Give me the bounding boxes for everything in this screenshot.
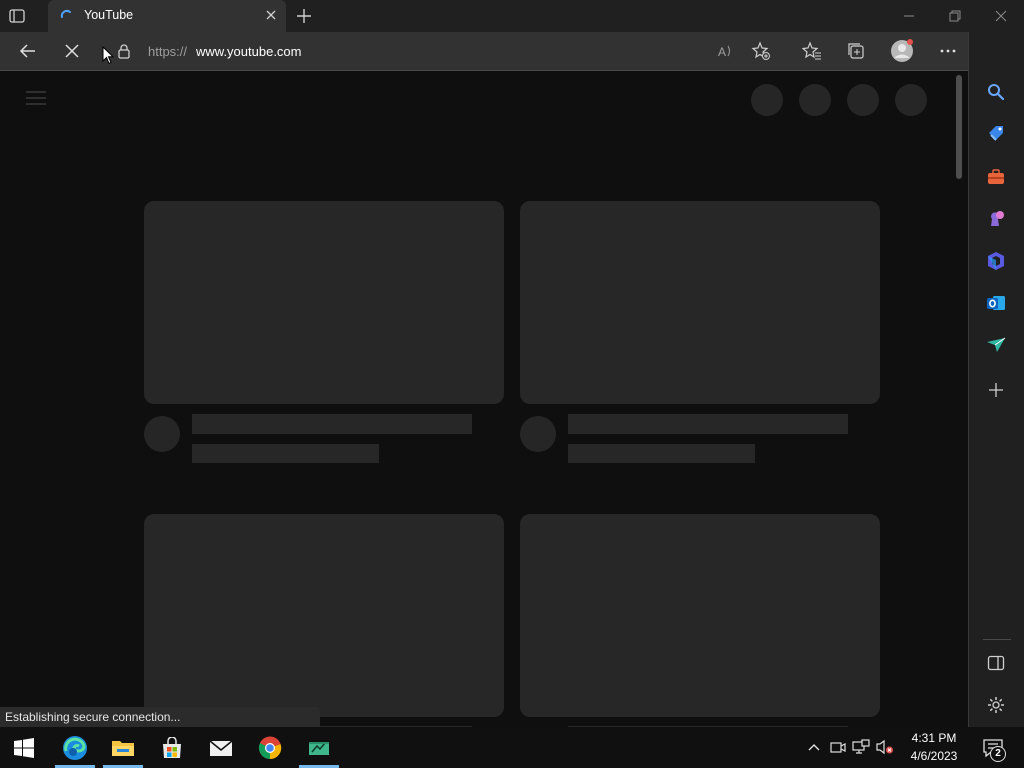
microsoft365-icon[interactable]: [985, 250, 1007, 272]
outlook-icon[interactable]: [985, 292, 1007, 314]
notification-count-badge: 2: [990, 746, 1006, 762]
header-placeholder-3: [847, 84, 879, 116]
mail-icon[interactable]: [197, 727, 245, 768]
browser-toolbar: https:// www.youtube.com A: [0, 32, 1024, 70]
avatar-placeholder: [144, 416, 180, 452]
menu-icon[interactable]: [26, 91, 46, 110]
meta-placeholder: [192, 444, 379, 463]
add-icon[interactable]: [985, 379, 1007, 401]
app-icon[interactable]: [295, 727, 343, 768]
web-content: [0, 71, 953, 727]
profile-icon[interactable]: [890, 39, 914, 63]
collections-icon[interactable]: [846, 41, 866, 61]
video-thumbnail-placeholder: [144, 201, 504, 404]
header-placeholder-1: [751, 84, 783, 116]
games-icon[interactable]: [985, 208, 1007, 230]
video-thumbnail-placeholder: [144, 514, 504, 717]
mouse-cursor-icon: [102, 45, 115, 65]
header-placeholder-4: [895, 84, 927, 116]
header-placeholder-2: [799, 84, 831, 116]
clock-time[interactable]: 4:31 PM: [897, 731, 971, 745]
settings-icon[interactable]: [985, 694, 1007, 716]
minimize-button[interactable]: [886, 0, 932, 32]
favorites-icon[interactable]: [802, 41, 822, 61]
tab-actions-icon[interactable]: [8, 7, 26, 25]
close-tab-icon[interactable]: [264, 8, 278, 22]
store-icon[interactable]: [148, 727, 196, 768]
loading-spinner-icon: [60, 9, 73, 22]
status-text: Establishing secure connection...: [5, 710, 181, 724]
tools-icon[interactable]: [985, 166, 1007, 188]
restore-button[interactable]: [932, 0, 978, 32]
edge-sidebar: [968, 32, 1024, 727]
page-scrollbar[interactable]: [953, 71, 967, 727]
edge-icon[interactable]: [51, 727, 99, 768]
shopping-icon[interactable]: [985, 123, 1007, 145]
browser-tab-bar: YouTube: [0, 0, 1024, 32]
stop-loading-icon[interactable]: [62, 41, 82, 61]
network-icon[interactable]: [852, 738, 870, 756]
sidebar-divider: [983, 639, 1011, 640]
volume-muted-icon[interactable]: [876, 738, 894, 756]
avatar-placeholder: [520, 416, 556, 452]
address-bar[interactable]: https:// www.youtube.com: [104, 35, 794, 67]
chrome-icon[interactable]: [246, 727, 294, 768]
title-placeholder: [568, 414, 848, 434]
close-window-button[interactable]: [978, 0, 1024, 32]
video-thumbnail-placeholder: [520, 514, 880, 717]
tab-youtube[interactable]: YouTube: [48, 0, 286, 32]
search-icon[interactable]: [985, 81, 1007, 103]
read-aloud-icon[interactable]: A: [715, 41, 735, 61]
svg-text:A: A: [718, 45, 726, 59]
more-icon[interactable]: [938, 41, 958, 61]
meet-now-icon[interactable]: [829, 738, 847, 756]
video-thumbnail-placeholder: [520, 201, 880, 404]
scroll-thumb[interactable]: [956, 75, 962, 179]
show-hidden-icons-icon[interactable]: [805, 738, 823, 756]
url-scheme: https://: [148, 44, 188, 59]
clock-date[interactable]: 4/6/2023: [897, 749, 971, 763]
new-tab-button[interactable]: [294, 7, 314, 25]
start-icon[interactable]: [0, 727, 48, 768]
status-bubble: Establishing secure connection...: [0, 707, 320, 727]
url-host: www.youtube.com: [196, 44, 302, 59]
file-explorer-icon[interactable]: [99, 727, 147, 768]
back-arrow-icon[interactable]: [18, 41, 38, 61]
windows-taskbar: 4:31 PM 4/6/2023 2: [0, 727, 1024, 768]
meta-placeholder: [568, 444, 755, 463]
tab-title: YouTube: [84, 8, 134, 22]
send-icon[interactable]: [985, 334, 1007, 356]
hide-sidebar-icon[interactable]: [985, 652, 1007, 674]
add-favorite-icon[interactable]: [751, 41, 771, 61]
title-placeholder: [192, 414, 472, 434]
lock-icon[interactable]: [114, 41, 134, 61]
